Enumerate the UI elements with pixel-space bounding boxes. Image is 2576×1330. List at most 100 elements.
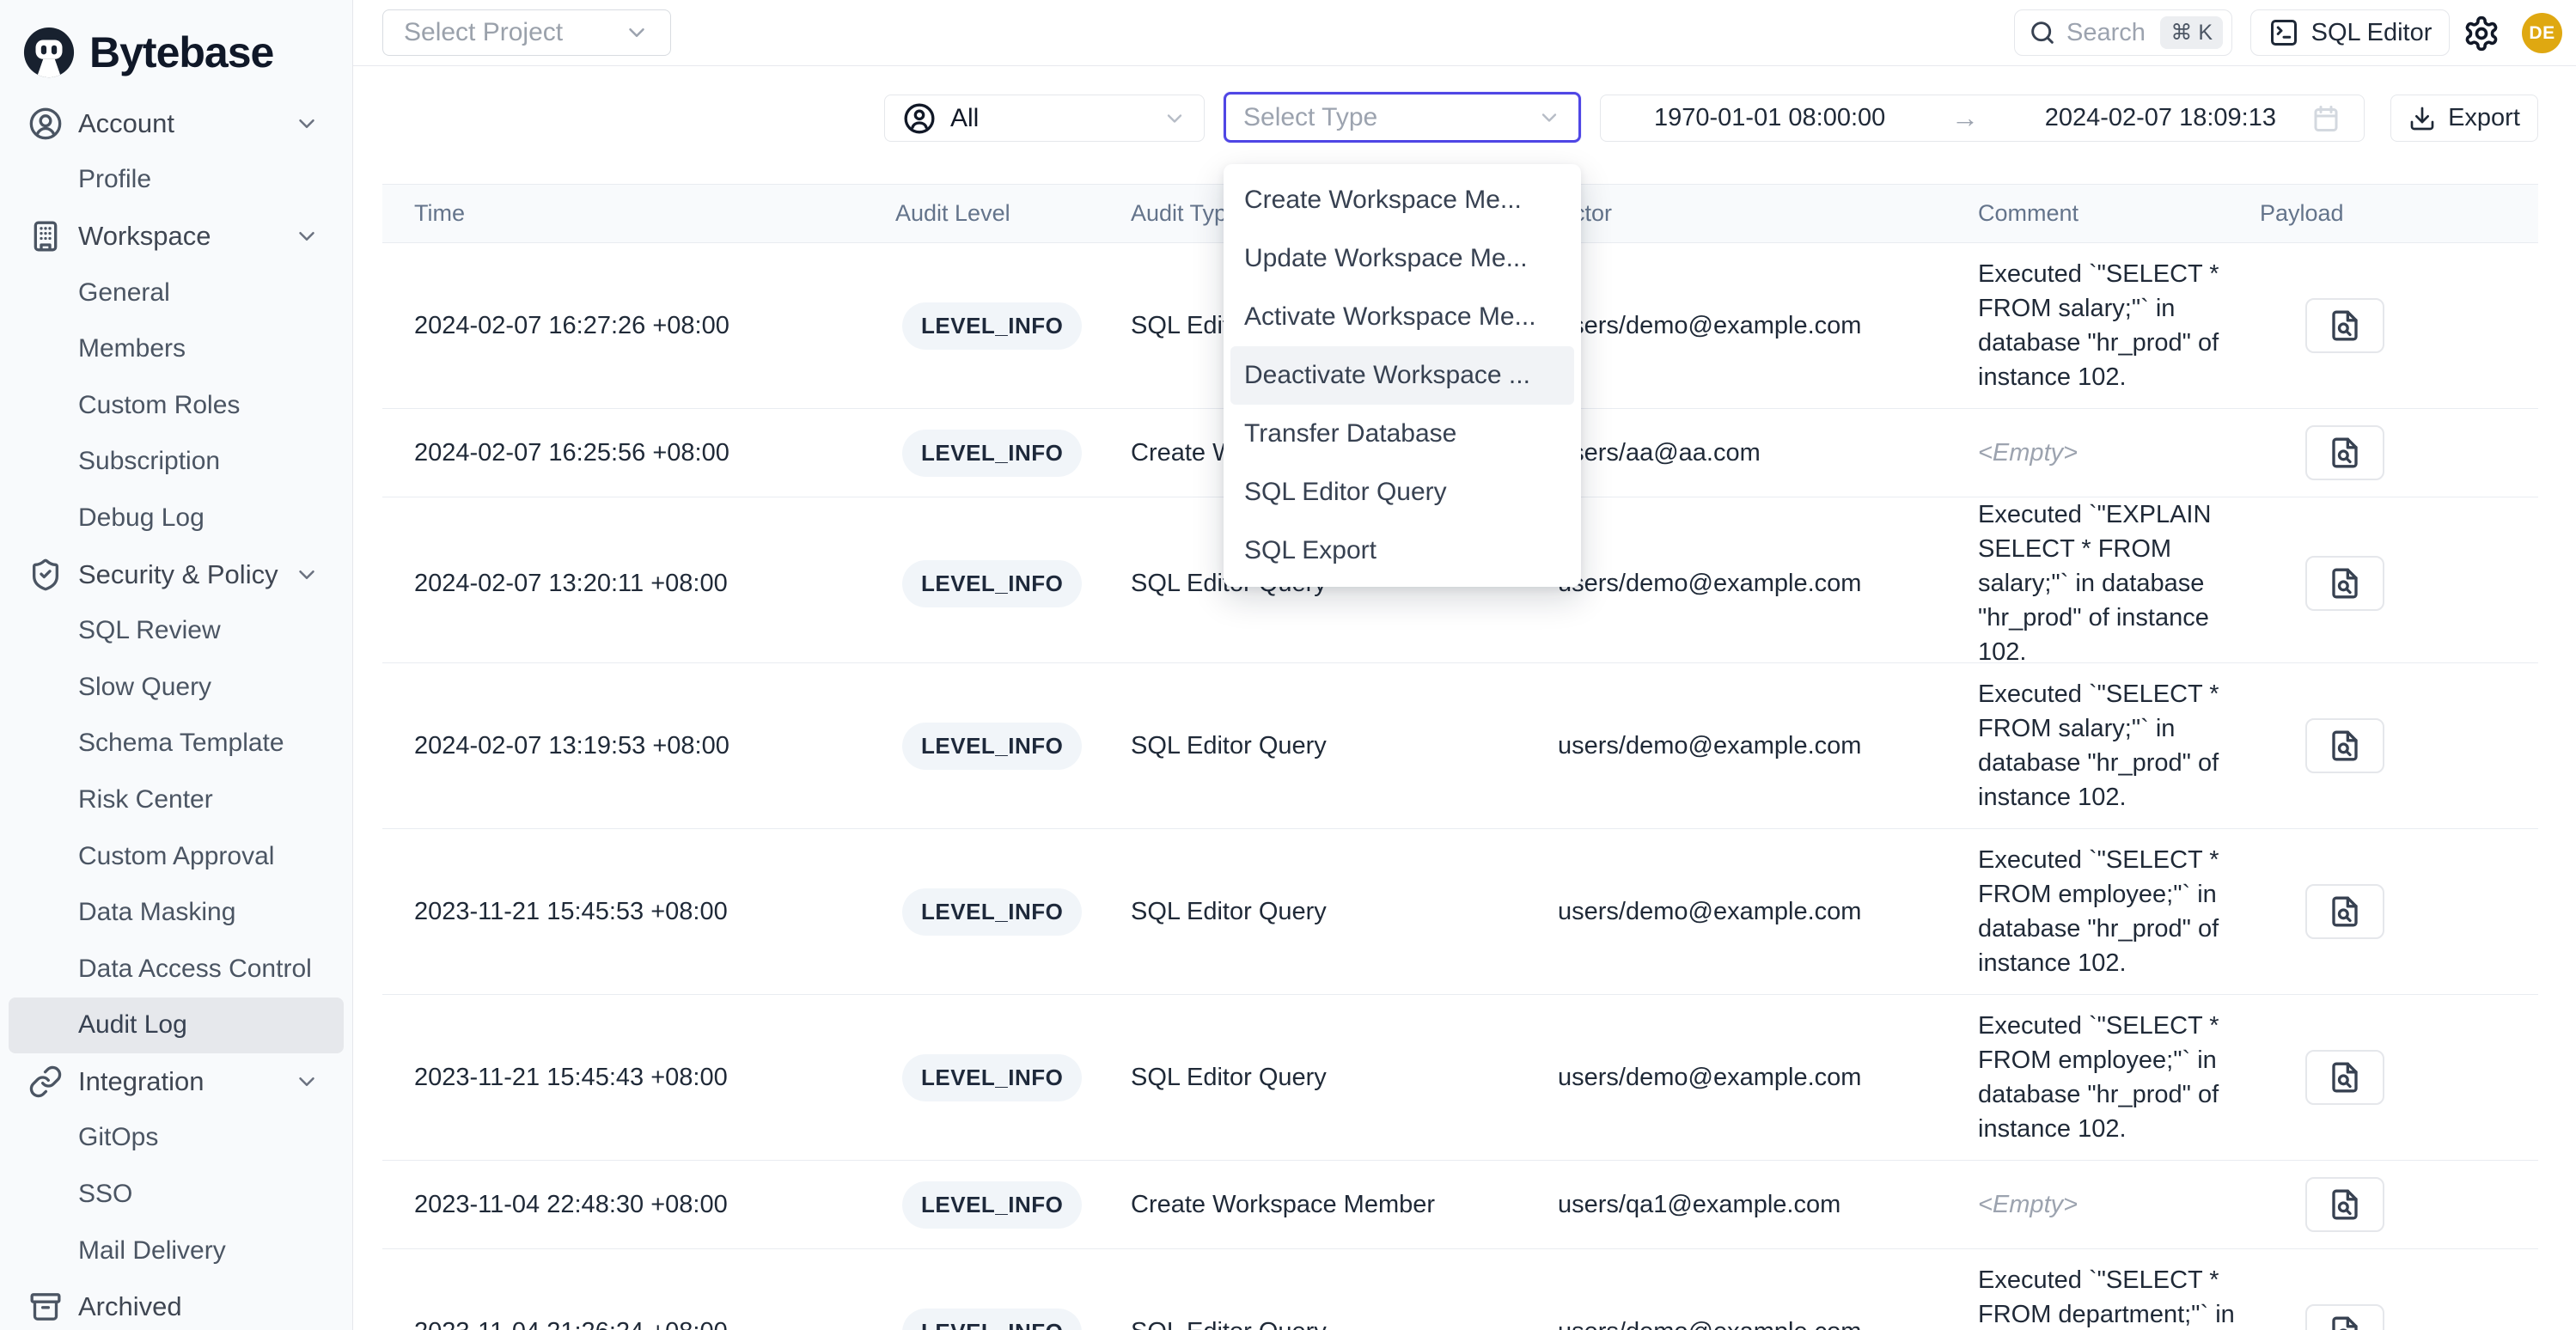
cell-actor: users/demo@example.com [1558,732,1978,760]
settings-gear-icon[interactable] [2463,15,2500,52]
section-label: Archived [78,1291,182,1322]
sidebar-section-account[interactable]: Account [0,95,352,152]
date-range-picker[interactable]: 1970-01-01 08:00:00 → 2024-02-07 18:09:1… [1600,95,2365,142]
table-row: 2023-11-21 15:45:43 +08:00 LEVEL_INFO SQ… [382,995,2538,1161]
brand-logo[interactable]: Bytebase [0,0,352,86]
payload-button[interactable] [2305,1177,2384,1232]
sidebar-item-sql-review[interactable]: SQL Review [0,602,352,659]
cell-time: 2024-02-07 13:20:11 +08:00 [414,570,895,598]
search-icon [2029,19,2056,46]
user-circle-icon [902,101,937,136]
type-option[interactable]: Activate Workspace Me... [1224,288,1581,346]
search-placeholder: Search [2066,19,2146,47]
bytebase-app: Bytebase Account Profile Workspace Gener… [0,0,2576,1330]
cell-time: 2023-11-04 21:26:24 +08:00 [414,1318,895,1330]
type-option[interactable]: SQL Editor Query [1224,463,1581,522]
sidebar-item-sso[interactable]: SSO [0,1166,352,1223]
building-icon [28,219,63,253]
chevron-down-icon [1163,107,1187,131]
cell-comment: Executed `"SELECT * FROM employee;"` in … [1978,1009,2244,1146]
column-header-comment: Comment [1978,200,2244,227]
audit-level-badge: LEVEL_INFO [902,560,1082,607]
column-header-payload: Payload [2260,200,2538,227]
type-option[interactable]: SQL Export [1224,522,1581,580]
sql-editor-label: SQL Editor [2311,19,2433,47]
sidebar-item-audit-log[interactable]: Audit Log [9,998,344,1054]
user-circle-icon [28,107,63,141]
sidebar-section-workspace[interactable]: Workspace [0,208,352,265]
cell-comment: <Empty> [1978,436,2244,470]
sidebar-item-schema-template[interactable]: Schema Template [0,716,352,772]
sidebar-item-gitops[interactable]: GitOps [0,1110,352,1167]
cell-comment: Executed `"SELECT * FROM salary;"` in da… [1978,257,2244,394]
cell-comment: Executed `"EXPLAIN SELECT * FROM salary;… [1978,497,2244,669]
archive-icon [28,1290,63,1324]
column-header-time: Time [414,200,895,227]
sidebar-item-debug-log[interactable]: Debug Log [0,490,352,546]
cell-audit-type: SQL Editor Query [1131,1318,1558,1330]
audit-level-badge: LEVEL_INFO [902,723,1082,770]
payload-button[interactable] [2305,1050,2384,1105]
cell-time: 2023-11-04 22:48:30 +08:00 [414,1191,895,1219]
export-button[interactable]: Export [2390,95,2538,142]
download-icon [2408,105,2436,132]
cell-time: 2023-11-21 15:45:43 +08:00 [414,1064,895,1092]
payload-button[interactable] [2305,1304,2384,1330]
cell-actor: users/demo@example.com [1558,1064,1978,1092]
payload-button[interactable] [2305,425,2384,480]
type-option[interactable]: Update Workspace Me... [1224,229,1581,288]
cell-time: 2023-11-21 15:45:53 +08:00 [414,898,895,926]
sidebar-item-data-access-control[interactable]: Data Access Control [0,941,352,998]
payload-button[interactable] [2305,884,2384,939]
section-label: Account [78,108,174,139]
cell-audit-type: SQL Editor Query [1131,732,1558,760]
audit-type-select[interactable]: Select Type [1224,92,1581,143]
keyboard-shortcut-badge: ⌘ K [2160,16,2223,49]
sidebar-section-integration[interactable]: Integration [0,1053,352,1110]
bytebase-logo-icon [22,26,76,79]
audit-level-badge: LEVEL_INFO [902,1054,1082,1101]
terminal-icon [2268,17,2299,48]
cell-comment: Executed `"SELECT * FROM employee;"` in … [1978,843,2244,980]
table-row: 2023-11-04 21:26:24 +08:00 LEVEL_INFO SQ… [382,1249,2538,1330]
sidebar-section-security-policy[interactable]: Security & Policy [0,546,352,603]
avatar[interactable]: DE [2522,13,2562,53]
cell-time: 2024-02-07 16:25:56 +08:00 [414,439,895,467]
type-option[interactable]: Transfer Database [1224,405,1581,463]
date-start-value: 1970-01-01 08:00:00 [1654,104,1885,132]
cell-actor: users/demo@example.com [1558,1318,1978,1330]
sidebar-item-custom-roles[interactable]: Custom Roles [0,377,352,434]
payload-button[interactable] [2305,298,2384,353]
cell-actor: users/qa1@example.com [1558,1191,1978,1219]
project-select[interactable]: Select Project [382,9,671,56]
sidebar-item-mail-delivery[interactable]: Mail Delivery [0,1223,352,1279]
topbar: Select Project Search ⌘ K SQL Editor DE [353,0,2576,66]
sidebar-section-archived[interactable]: Archived [0,1278,352,1330]
sidebar-item-profile[interactable]: Profile [0,152,352,209]
type-option-highlighted[interactable]: Deactivate Workspace ... [1230,346,1574,405]
payload-button[interactable] [2305,556,2384,611]
search-input[interactable]: Search ⌘ K [2014,9,2232,56]
audit-level-badge: LEVEL_INFO [902,1181,1082,1229]
cell-audit-type: SQL Editor Query [1131,1064,1558,1092]
cell-comment: Executed `"SELECT * FROM salary;"` in da… [1978,677,2244,814]
payload-button[interactable] [2305,718,2384,773]
type-option[interactable]: Create Workspace Me... [1224,171,1581,229]
export-label: Export [2448,104,2520,132]
chevron-down-icon [294,1069,320,1095]
sidebar-item-subscription[interactable]: Subscription [0,434,352,491]
date-end-value: 2024-02-07 18:09:13 [2045,104,2276,132]
chevron-down-icon [624,20,650,46]
sidebar-item-custom-approval[interactable]: Custom Approval [0,828,352,885]
sidebar-item-members[interactable]: Members [0,320,352,377]
sidebar-item-slow-query[interactable]: Slow Query [0,659,352,716]
sidebar-item-risk-center[interactable]: Risk Center [0,772,352,828]
table-row: 2023-11-04 22:48:30 +08:00 LEVEL_INFO Cr… [382,1161,2538,1249]
chevron-down-icon [294,111,320,137]
link-icon [28,1065,63,1099]
sidebar-item-general[interactable]: General [0,265,352,321]
sql-editor-button[interactable]: SQL Editor [2250,9,2450,56]
actor-filter-select[interactable]: All [884,95,1205,142]
sidebar-item-data-masking[interactable]: Data Masking [0,884,352,941]
cell-time: 2024-02-07 13:19:53 +08:00 [414,732,895,760]
